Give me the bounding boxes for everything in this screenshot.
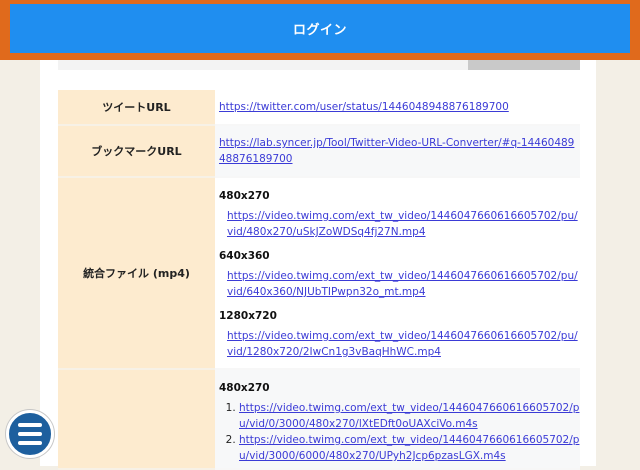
segment-link[interactable]: https://video.twimg.com/ext_tw_video/144…: [239, 402, 579, 430]
table-row-tweet-url: ツイートURL https://twitter.com/user/status/…: [58, 90, 580, 126]
menu-bar: [18, 432, 42, 436]
table-row-bookmark-url: ブックマークURL https://lab.syncer.jp/Tool/Twi…: [58, 125, 580, 178]
login-button[interactable]: ログイン: [10, 4, 630, 53]
segment-list: https://video.twimg.com/ext_tw_video/144…: [219, 400, 580, 464]
hamburger-menu-icon[interactable]: [6, 410, 54, 458]
tweet-url-link[interactable]: https://twitter.com/user/status/14460489…: [219, 101, 509, 113]
mp4-link-1280[interactable]: https://video.twimg.com/ext_tw_video/144…: [219, 328, 580, 360]
mp4-link-640[interactable]: https://video.twimg.com/ext_tw_video/144…: [219, 268, 580, 300]
result-table: ツイートURL https://twitter.com/user/status/…: [58, 90, 580, 470]
mp4-link-480[interactable]: https://video.twimg.com/ext_tw_video/144…: [219, 208, 580, 240]
table-row-combined-file: 統合ファイル (mp4) 480x270 https://video.twimg…: [58, 177, 580, 370]
menu-bar: [18, 441, 42, 445]
list-item: https://video.twimg.com/ext_tw_video/144…: [239, 432, 580, 464]
segments-label: [58, 369, 215, 470]
table-row-segments: 480x270 https://video.twimg.com/ext_tw_v…: [58, 369, 580, 470]
tweet-url-label: ツイートURL: [58, 90, 215, 126]
menu-bar: [18, 423, 42, 427]
list-item: https://video.twimg.com/ext_tw_video/144…: [239, 400, 580, 432]
resolution-label: 1280x720: [219, 310, 277, 322]
segment-link[interactable]: https://video.twimg.com/ext_tw_video/144…: [239, 434, 579, 462]
resolution-label: 480x270: [219, 382, 270, 394]
bookmark-url-link[interactable]: https://lab.syncer.jp/Tool/Twitter-Video…: [219, 137, 574, 165]
bookmark-url-label: ブックマークURL: [58, 125, 215, 178]
divider-strip-dark: [468, 60, 580, 70]
content-panel: ツイートURL https://twitter.com/user/status/…: [40, 60, 596, 470]
combined-file-label: 統合ファイル (mp4): [58, 177, 215, 370]
resolution-label: 640x360: [219, 250, 270, 262]
top-bar: ログイン: [0, 0, 640, 60]
resolution-label: 480x270: [219, 190, 270, 202]
